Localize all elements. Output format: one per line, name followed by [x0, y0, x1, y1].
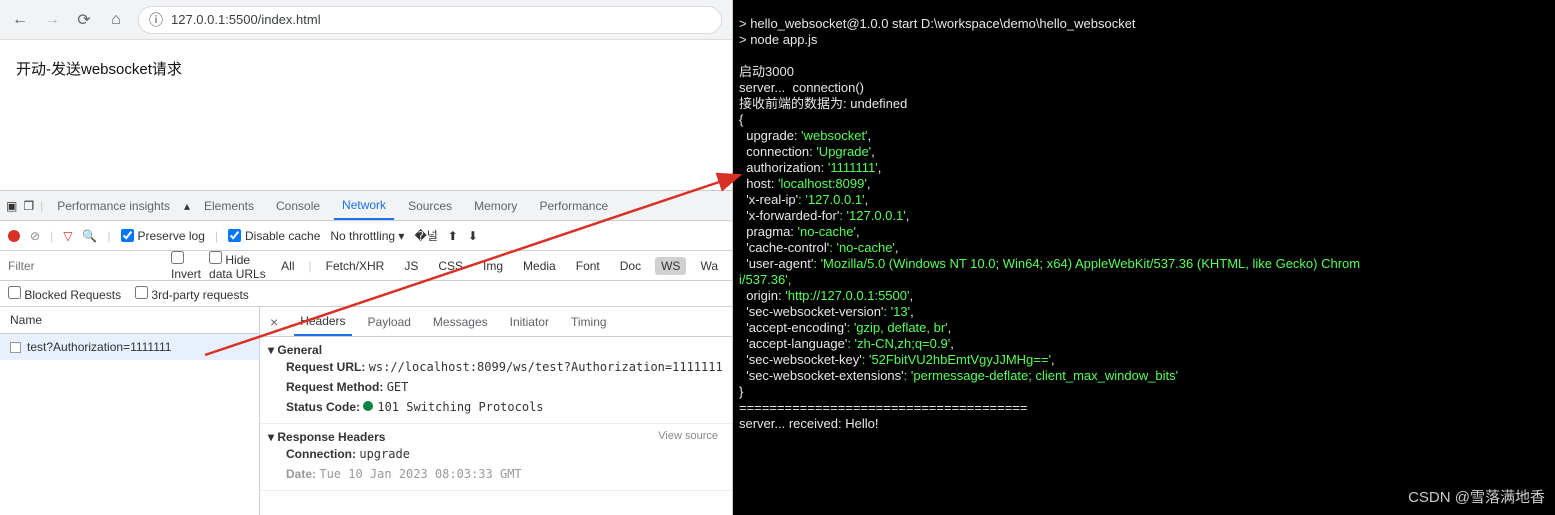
- upload-icon[interactable]: ⬆: [448, 229, 458, 243]
- filter-img[interactable]: Img: [477, 257, 509, 275]
- search-icon[interactable]: 🔍: [82, 229, 97, 243]
- browser-toolbar: ← → ⟳ ⌂ ⓘ 127.0.0.1:5500/index.html: [0, 0, 732, 40]
- tab-performance-insights[interactable]: Performance insights: [49, 193, 178, 219]
- watermark: CSDN @雪落满地香: [1408, 486, 1545, 507]
- tab-initiator[interactable]: Initiator: [504, 309, 555, 335]
- close-icon[interactable]: ×: [264, 314, 284, 330]
- insights-badge-icon: ▴: [184, 199, 190, 213]
- stop-icon[interactable]: ⊘: [30, 229, 40, 243]
- header-connection: upgrade: [359, 447, 410, 461]
- section-general: ▾ General Request URL: ws://localhost:80…: [260, 337, 732, 424]
- address-bar[interactable]: ⓘ 127.0.0.1:5500/index.html: [138, 6, 722, 34]
- filter-wasm[interactable]: Wa: [694, 257, 724, 275]
- filter-media[interactable]: Media: [517, 257, 562, 275]
- filter-input[interactable]: [8, 259, 163, 273]
- header-date: Tue 10 Jan 2023 08:03:33 GMT: [319, 467, 521, 481]
- wifi-icon[interactable]: �널: [414, 227, 437, 244]
- request-list-header: Name: [0, 307, 259, 334]
- page-content: 开动-发送websocket请求: [0, 40, 732, 190]
- filter-all[interactable]: All: [275, 257, 300, 275]
- throttling-select[interactable]: No throttling ▾: [330, 229, 404, 243]
- devtools-panel: ▣ ❐ | Performance insights ▴ Elements Co…: [0, 190, 732, 515]
- filter-css[interactable]: CSS: [432, 257, 469, 275]
- inspect-icon[interactable]: ▣: [6, 199, 17, 213]
- tab-elements[interactable]: Elements: [196, 193, 262, 219]
- device-icon[interactable]: ❐: [23, 199, 34, 213]
- network-options-row: Blocked Requests 3rd-party requests: [0, 281, 732, 307]
- terminal: > hello_websocket@1.0.0 start D:\workspa…: [733, 0, 1555, 515]
- detail-tab-bar: × Headers Payload Messages Initiator Tim…: [260, 307, 732, 337]
- back-icon[interactable]: ←: [10, 10, 30, 30]
- status-code: 101 Switching Protocols: [377, 400, 543, 414]
- request-item-icon: [10, 342, 21, 353]
- info-icon[interactable]: ⓘ: [149, 10, 163, 30]
- view-source-link[interactable]: View source: [658, 430, 718, 442]
- reload-icon[interactable]: ⟳: [74, 10, 94, 30]
- devtools-tab-bar: ▣ ❐ | Performance insights ▴ Elements Co…: [0, 191, 732, 221]
- home-icon[interactable]: ⌂: [106, 10, 126, 30]
- status-dot-icon: [363, 401, 373, 411]
- page-text: 开动-发送websocket请求: [16, 61, 182, 78]
- hide-data-urls-checkbox[interactable]: Hide data URLs: [209, 251, 267, 281]
- tab-sources[interactable]: Sources: [400, 193, 460, 219]
- section-response-headers: View source ▾ Response Headers Connectio…: [260, 424, 732, 491]
- download-icon[interactable]: ⬇: [468, 229, 478, 243]
- general-title[interactable]: ▾ General: [268, 343, 724, 357]
- request-url: ws://localhost:8099/ws/test?Authorizatio…: [369, 360, 723, 374]
- tab-performance[interactable]: Performance: [531, 193, 616, 219]
- request-list: Name test?Authorization=1111111: [0, 307, 260, 515]
- request-method: GET: [387, 380, 409, 394]
- request-item[interactable]: test?Authorization=1111111: [0, 334, 259, 360]
- tab-network[interactable]: Network: [334, 192, 394, 220]
- request-item-name: test?Authorization=1111111: [27, 340, 171, 354]
- address-url: 127.0.0.1:5500/index.html: [171, 12, 321, 27]
- filter-doc[interactable]: Doc: [614, 257, 647, 275]
- third-party-checkbox[interactable]: 3rd-party requests: [135, 286, 249, 302]
- blocked-requests-checkbox[interactable]: Blocked Requests: [8, 286, 121, 302]
- tab-console[interactable]: Console: [268, 193, 328, 219]
- filter-icon[interactable]: ▽: [63, 229, 72, 243]
- disable-cache-checkbox[interactable]: Disable cache: [228, 229, 320, 243]
- tab-payload[interactable]: Payload: [362, 309, 417, 335]
- response-headers-title[interactable]: ▾ Response Headers: [268, 430, 724, 444]
- filter-fetchxhr[interactable]: Fetch/XHR: [320, 257, 391, 275]
- tab-timing[interactable]: Timing: [565, 309, 613, 335]
- preserve-log-checkbox[interactable]: Preserve log: [121, 229, 205, 243]
- request-detail: × Headers Payload Messages Initiator Tim…: [260, 307, 732, 515]
- tab-messages[interactable]: Messages: [427, 309, 494, 335]
- filter-js[interactable]: JS: [398, 257, 424, 275]
- filter-ws[interactable]: WS: [655, 257, 686, 275]
- record-icon[interactable]: [8, 230, 20, 242]
- network-filter-bar: Invert Hide data URLs All | Fetch/XHR JS…: [0, 251, 732, 281]
- forward-icon[interactable]: →: [42, 10, 62, 30]
- filter-font[interactable]: Font: [570, 257, 606, 275]
- tab-memory[interactable]: Memory: [466, 193, 525, 219]
- network-toolbar: ⊘ | ▽ 🔍 | Preserve log | Disable cache N…: [0, 221, 732, 251]
- invert-checkbox[interactable]: Invert: [171, 251, 201, 281]
- tab-headers[interactable]: Headers: [294, 308, 351, 336]
